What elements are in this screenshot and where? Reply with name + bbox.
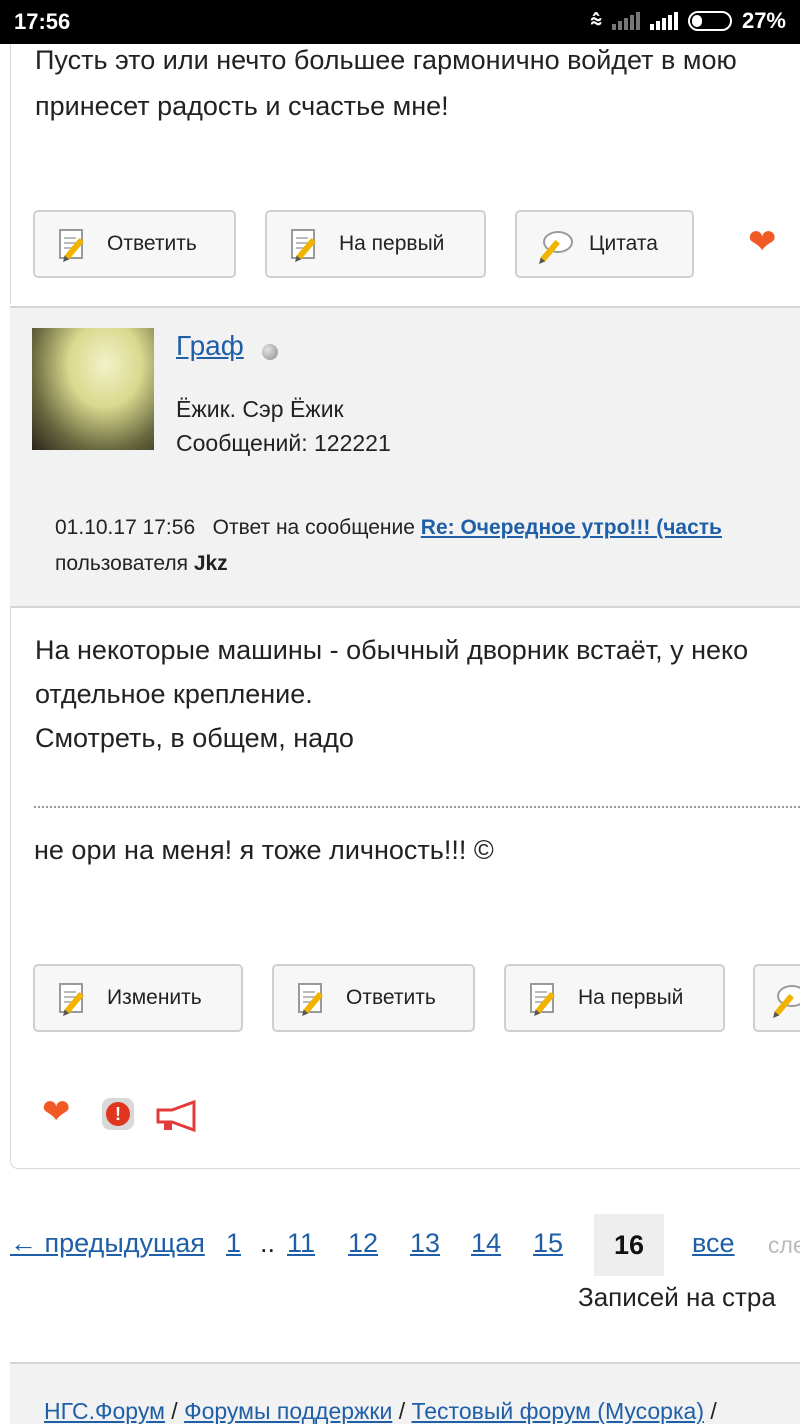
wifi-icon: ⩯ <box>590 9 602 32</box>
reply-icon <box>57 227 91 261</box>
quote-icon <box>539 227 573 263</box>
current-page: 16 <box>594 1214 664 1276</box>
battery-percent: 27% <box>741 8 786 33</box>
breadcrumb-link[interactable]: Тестовый форум (Мусорка) <box>412 1398 704 1424</box>
megaphone-icon[interactable] <box>154 1099 198 1133</box>
report-icon[interactable] <box>102 1098 134 1130</box>
to-first-button[interactable]: На первый <box>504 964 725 1032</box>
edit-icon <box>57 981 91 1015</box>
avatar[interactable] <box>32 328 154 450</box>
breadcrumb-separator: / <box>398 1398 406 1424</box>
signal-icon-sim1 <box>611 12 640 30</box>
post-body: На некоторые машины - обычный дворник вс… <box>10 606 800 1169</box>
quote-button-partial[interactable] <box>753 964 800 1032</box>
reply-icon <box>296 981 330 1015</box>
page-link-15[interactable]: 15 <box>533 1228 563 1259</box>
reply-button[interactable]: Ответить <box>272 964 475 1032</box>
like-heart-icon[interactable]: ❤ <box>42 1092 71 1132</box>
page-link-1[interactable]: 1 <box>226 1228 241 1259</box>
breadcrumb-separator: / <box>710 1398 717 1424</box>
reply-user: Jkz <box>193 552 228 575</box>
status-icons: ⩯ 27% <box>590 8 786 34</box>
to-first-icon <box>528 981 562 1015</box>
username-link[interactable]: Граф <box>176 330 244 362</box>
next-page-disabled: сле <box>768 1232 800 1258</box>
signature: не ори на меня! я тоже личность!!! © <box>34 835 494 865</box>
pagination-ellipsis: .. <box>260 1228 276 1258</box>
quote-icon <box>773 981 800 1017</box>
reply-info-bar: 01.10.17 17:56 Ответ на сообщение Re: Оч… <box>10 492 800 608</box>
status-time: 17:56 <box>14 9 71 34</box>
breadcrumb-link[interactable]: Форумы поддержки <box>184 1398 392 1424</box>
user-title: Ёжик. Сэр Ёжик <box>176 396 344 422</box>
records-per-page-label: Записей на стра <box>578 1282 776 1312</box>
post-text-line: На некоторые машины - обычный дворник вс… <box>35 635 749 665</box>
prev-page-link[interactable]: ← предыдущая <box>10 1228 205 1259</box>
page-link-14[interactable]: 14 <box>471 1228 501 1259</box>
breadcrumb: НГС.Форум / Форумы поддержки / Тестовый … <box>10 1362 800 1424</box>
signal-icon-sim2 <box>649 12 678 30</box>
like-heart-icon[interactable]: ❤ <box>748 222 777 262</box>
page-link-12[interactable]: 12 <box>348 1228 378 1259</box>
user-message-count: Сообщений: 122221 <box>176 430 391 456</box>
signature-divider <box>34 806 800 808</box>
reply-user-prefix: пользователя <box>55 552 188 575</box>
all-pages-link[interactable]: все <box>692 1228 735 1259</box>
post-text-line: отдельное крепление. <box>35 679 313 709</box>
breadcrumb-link[interactable]: НГС.Форум <box>44 1398 165 1424</box>
to-first-button[interactable]: На первый <box>265 210 486 278</box>
battery-icon <box>687 11 732 31</box>
breadcrumb-separator: / <box>171 1398 178 1424</box>
pagination: ← предыдущая 1 .. 11 12 13 14 15 16 все … <box>0 1214 800 1278</box>
post-author-header: Граф Ёжик. Сэр Ёжик Сообщений: 122221 <box>10 306 800 494</box>
reply-button[interactable]: Ответить <box>33 210 236 278</box>
quote-button[interactable]: Цитата <box>515 210 694 278</box>
edit-button[interactable]: Изменить <box>33 964 243 1032</box>
online-status-icon <box>262 344 278 360</box>
to-first-icon <box>289 227 323 261</box>
post-text-line: Смотреть, в общем, надо <box>35 723 354 753</box>
previous-post-text: Пусть это или нечто большее гармонично в… <box>35 45 737 121</box>
page-link-13[interactable]: 13 <box>410 1228 440 1259</box>
post-date: 01.10.17 17:56 <box>55 516 196 539</box>
reply-prefix: Ответ на сообщение <box>212 516 415 539</box>
reply-to-link[interactable]: Re: Очередное утро!!! (часть <box>421 516 722 539</box>
page-link-11[interactable]: 11 <box>287 1228 315 1259</box>
